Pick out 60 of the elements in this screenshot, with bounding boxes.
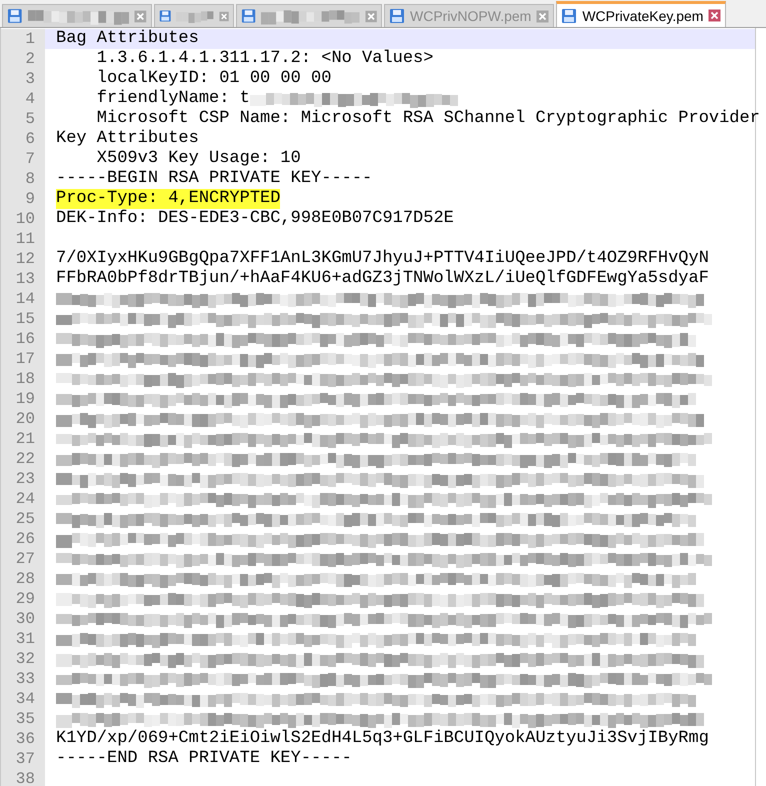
code-line: 1.3.6.1.4.1.311.17.2: <No Values>	[96, 49, 434, 69]
code-line: Bag Attributes	[56, 29, 199, 49]
code-line: X509v3 Key Usage: 10	[96, 149, 301, 169]
line-number: 30	[1, 609, 45, 629]
line-number: 17	[1, 349, 45, 369]
code-line: K1YD/xp/069+Cmt2iEiOiwlS2EdH4L5q3+GLFiBCUIQyokAUztyuJi3SvjIByRmg	[56, 729, 709, 749]
close-icon[interactable]	[134, 10, 147, 22]
line-number: 6	[1, 129, 45, 149]
code-line: localKeyID: 01 00 00 00	[96, 69, 332, 89]
line-number: 7	[1, 149, 45, 169]
line-number: 27	[1, 549, 45, 569]
close-icon[interactable]	[364, 10, 377, 22]
line-number: 33	[1, 669, 45, 689]
line-number: 1	[1, 29, 45, 49]
line-number: 10	[1, 209, 45, 229]
file-tab[interactable]: WCPrivateKey.pem	[556, 1, 726, 27]
line-number: 18	[1, 369, 45, 389]
line-number: 31	[1, 629, 45, 649]
line-number: 3	[1, 69, 45, 89]
line-number: 21	[1, 429, 45, 449]
line-number: 4	[1, 89, 45, 109]
code-line: FFbRA0bPf8drTBjun/+hAaF4KU6+adGZ3jTNWolWXzL/iUeQlfGDFEwgYa5sdyaF	[56, 269, 709, 289]
line-number: 20	[1, 409, 45, 429]
line-number: 37	[1, 749, 45, 769]
line-number: 16	[1, 329, 45, 349]
code-line: Microsoft CSP Name: Microsoft RSA SChannel Cryptographic Provider	[96, 109, 760, 129]
code-line: DEK-Info: DES-EDE3-CBC,998E0B07C917D52E	[56, 209, 454, 229]
line-number: 11	[1, 229, 45, 249]
line-number: 2	[1, 49, 45, 69]
line-number: 14	[1, 289, 45, 309]
line-number: 34	[1, 689, 45, 709]
line-number: 26	[1, 529, 45, 549]
close-icon[interactable]	[708, 9, 722, 22]
code-line: friendlyName: t	[96, 89, 250, 109]
close-icon[interactable]	[218, 10, 229, 22]
file-tab[interactable]	[236, 4, 382, 27]
close-icon[interactable]	[536, 10, 550, 22]
line-number: 28	[1, 569, 45, 589]
code-line: Key Attributes	[56, 129, 199, 149]
line-number: 13	[1, 269, 45, 289]
line-number: 23	[1, 469, 45, 489]
line-number: 36	[1, 729, 45, 749]
line-number: 38	[1, 769, 45, 786]
line-number: 32	[1, 649, 45, 669]
line-number: 22	[1, 449, 45, 469]
line-number: 8	[1, 169, 45, 189]
line-number: 25	[1, 509, 45, 529]
file-tab[interactable]	[2, 4, 152, 27]
line-number: 29	[1, 589, 45, 609]
line-number: 19	[1, 389, 45, 409]
line-number: 15	[1, 309, 45, 329]
code-line: -----END RSA PRIVATE KEY-----	[56, 749, 352, 769]
code-line: 7/0XIyxHKu9GBgQpa7XFF1AnL3KGmU7JhyuJ+PTTV4IiUQeeJPD/t4OZ9RFHvQyN	[56, 249, 709, 269]
line-number: 35	[1, 709, 45, 729]
code-line: -----BEGIN RSA PRIVATE KEY-----	[56, 169, 372, 189]
line-number: 24	[1, 489, 45, 509]
file-tab[interactable]	[154, 4, 234, 27]
line-number: 9	[1, 189, 45, 209]
line-number: 12	[1, 249, 45, 269]
line-number: 5	[1, 109, 45, 129]
